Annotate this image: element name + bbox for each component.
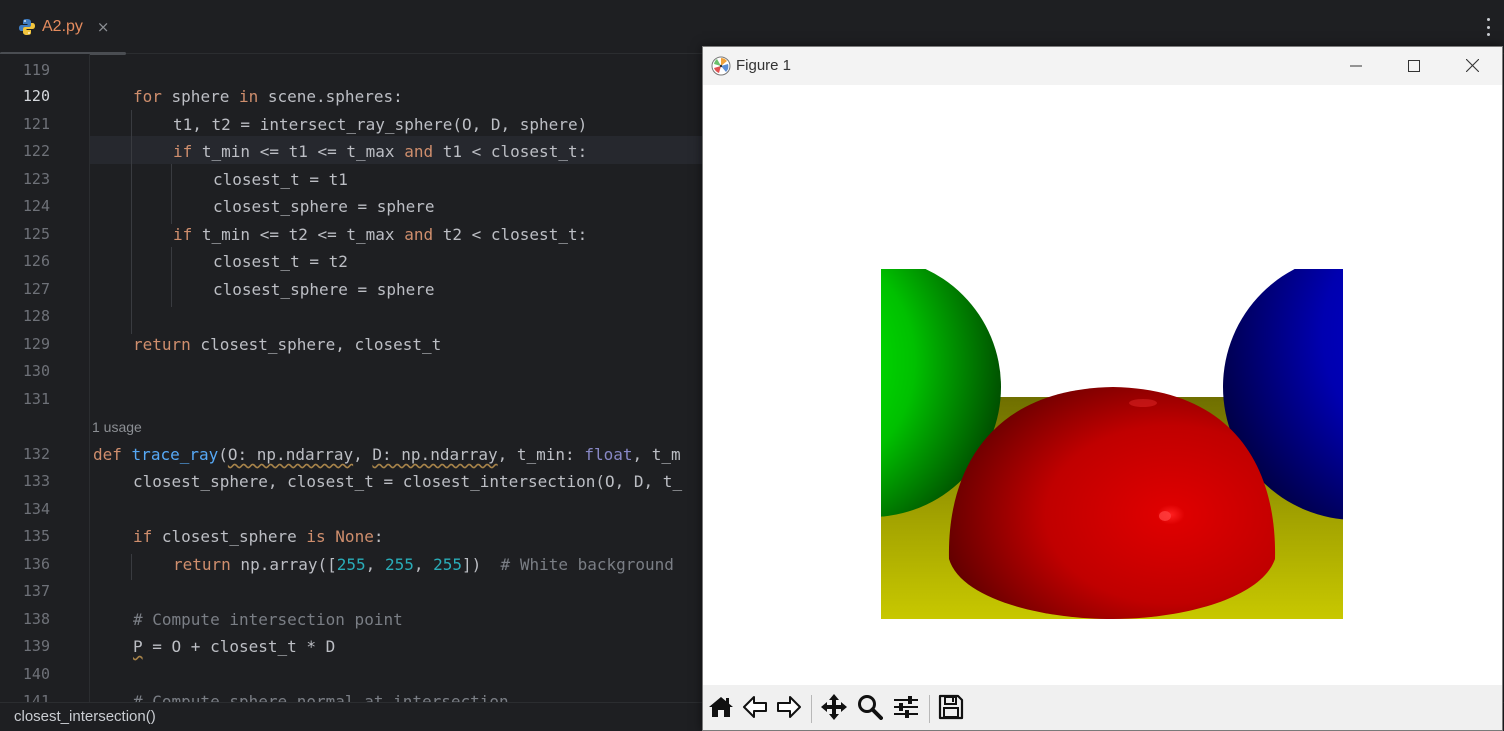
indent-guide [171, 247, 172, 307]
line-number: 136 [22, 555, 50, 573]
figure-toolbar [703, 685, 1502, 730]
minimize-button[interactable] [1327, 47, 1385, 85]
code-line-129: return closest_sphere, closest_t [133, 335, 442, 354]
tab-a2-py[interactable]: A2.py × [0, 0, 126, 55]
code-line-122: if t_min <= t1 <= t_max and t1 < closest… [173, 142, 588, 161]
line-number: 123 [22, 170, 50, 188]
line-number: 128 [22, 307, 50, 325]
usage-hint[interactable]: 1 usage [92, 419, 142, 435]
line-number: 125 [22, 225, 50, 243]
breadcrumb[interactable]: closest_intersection() [14, 708, 156, 725]
code-line-132: def trace_ray(O: np.ndarray, D: np.ndarr… [93, 445, 681, 464]
line-number: 140 [22, 665, 50, 683]
zoom-button[interactable] [854, 693, 886, 725]
code-line-136: return np.array([255, 255, 255]) # White… [173, 555, 674, 574]
line-number: 129 [22, 335, 50, 353]
home-icon [708, 695, 734, 723]
figure-title: Figure 1 [736, 57, 792, 74]
maximize-button[interactable] [1385, 47, 1443, 85]
python-file-icon [18, 18, 36, 36]
indent-guide [131, 554, 132, 580]
figure-canvas[interactable] [703, 85, 1502, 685]
line-number-gutter: 119 120 121 122 123 124 125 126 127 128 … [0, 54, 90, 710]
toolbar-separator [811, 695, 812, 723]
pan-button[interactable] [818, 693, 850, 725]
forward-arrow-icon [776, 695, 802, 723]
line-number: 131 [22, 390, 50, 408]
configure-subplots-icon [893, 695, 919, 723]
line-number: 133 [22, 472, 50, 490]
pan-icon [820, 693, 848, 725]
line-number: 121 [22, 115, 50, 133]
indent-guide [171, 164, 172, 224]
tab-close-icon[interactable]: × [97, 18, 110, 36]
back-button[interactable] [739, 693, 771, 725]
indent-guide [131, 110, 132, 334]
line-number: 139 [22, 637, 50, 655]
raytraced-image [881, 269, 1343, 619]
kebab-menu-icon[interactable] [1486, 18, 1490, 36]
code-line-133: closest_sphere, closest_t = closest_inte… [133, 472, 683, 491]
save-icon [938, 694, 964, 724]
matplotlib-logo-icon [711, 56, 731, 76]
line-number: 127 [22, 280, 50, 298]
back-arrow-icon [742, 695, 768, 723]
line-number: 126 [22, 252, 50, 270]
line-number: 137 [22, 582, 50, 600]
code-line-135: if closest_sphere is None: [133, 527, 384, 546]
close-icon [1465, 57, 1479, 76]
toolbar-separator [929, 695, 930, 723]
line-number: 130 [22, 362, 50, 380]
code-line-125: if t_min <= t2 <= t_max and t2 < closest… [173, 225, 588, 244]
code-line-120: for sphere in scene.spheres: [133, 87, 403, 106]
code-line-139: P = O + closest_t * D [133, 637, 336, 656]
tab-filename: A2.py [42, 18, 83, 35]
code-line-141: # Compute sphere normal at intersection [133, 692, 509, 702]
code-line-127: closest_sphere = sphere [213, 280, 435, 299]
line-number: 134 [22, 500, 50, 518]
forward-button[interactable] [773, 693, 805, 725]
figure-title-bar[interactable]: Figure 1 [703, 47, 1502, 85]
line-number: 138 [22, 610, 50, 628]
line-number: 132 [22, 445, 50, 463]
line-number: 135 [22, 527, 50, 545]
code-line-121: t1, t2 = intersect_ray_sphere(O, D, sphe… [173, 115, 588, 134]
line-number: 122 [22, 142, 50, 160]
zoom-icon [857, 694, 883, 724]
minimize-icon [1350, 57, 1362, 76]
configure-subplots-button[interactable] [890, 693, 922, 725]
line-number: 124 [22, 197, 50, 215]
maximize-icon [1408, 57, 1420, 76]
code-line-124: closest_sphere = sphere [213, 197, 435, 216]
line-number: 119 [22, 61, 50, 79]
code-line-123: closest_t = t1 [213, 170, 348, 189]
line-number-current: 120 [22, 87, 50, 105]
save-button[interactable] [935, 693, 967, 725]
close-button[interactable] [1443, 47, 1501, 85]
figure-window[interactable]: Figure 1 [702, 46, 1503, 731]
home-button[interactable] [705, 693, 737, 725]
code-line-126: closest_t = t2 [213, 252, 348, 271]
code-line-138: # Compute intersection point [133, 610, 403, 629]
